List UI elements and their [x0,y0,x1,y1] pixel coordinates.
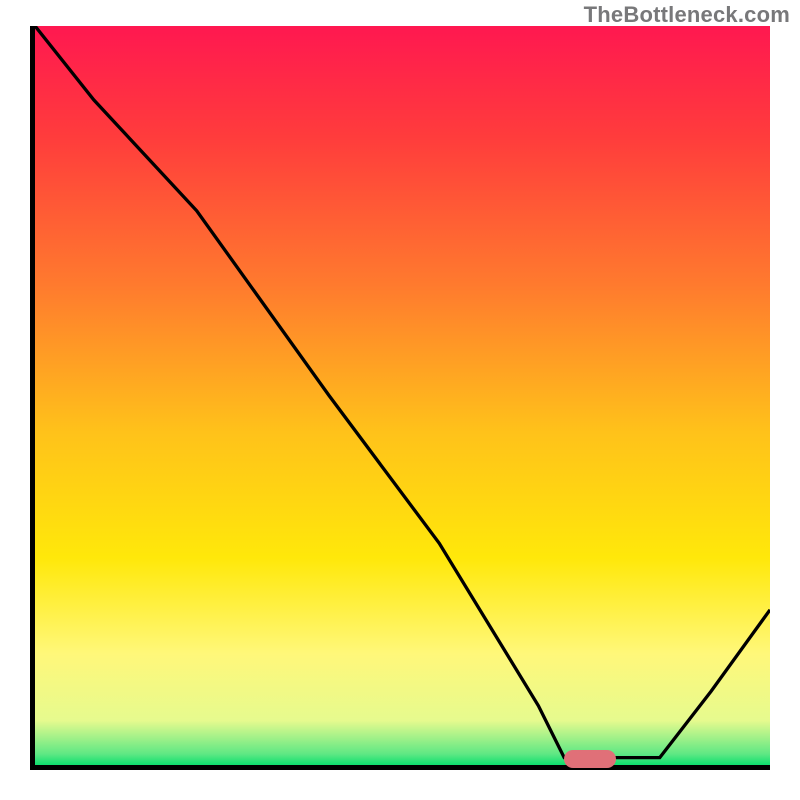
watermark-text: TheBottleneck.com [584,2,790,28]
optimal-zone-marker [564,750,615,768]
chart-area [30,26,770,770]
chart-svg [35,26,770,765]
chart-background [35,26,770,765]
